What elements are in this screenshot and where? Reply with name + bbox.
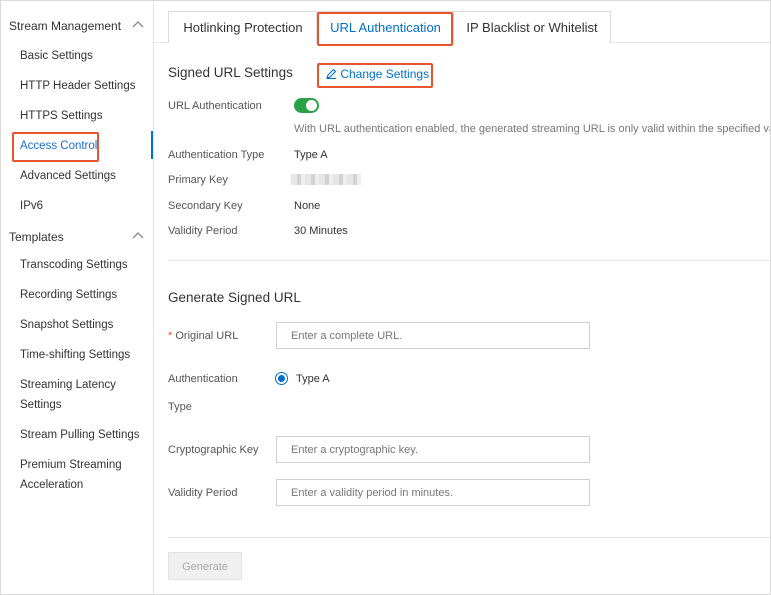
active-indicator (151, 131, 153, 159)
original-url-input[interactable] (276, 322, 590, 349)
sidebar-item-stream-pulling-settings[interactable]: Stream Pulling Settings (20, 425, 140, 445)
generate-button[interactable]: Generate (168, 552, 242, 580)
original-url-label-text: Original URL (175, 330, 239, 342)
streaming-latency-line2: Settings (20, 399, 62, 411)
tab-ip-blacklist-whitelist[interactable]: IP Blacklist or Whitelist (453, 11, 611, 43)
chevron-up-icon[interactable] (132, 19, 144, 31)
sidebar-item-ipv6[interactable]: IPv6 (20, 196, 43, 216)
secondary-key-label: Secondary Key (168, 200, 243, 212)
required-mark: * (168, 330, 173, 342)
crypto-key-label: Cryptographic Key (168, 444, 259, 456)
type-a-radio-label[interactable]: Type A (296, 373, 330, 385)
sidebar-item-https-settings[interactable]: HTTPS Settings (20, 106, 102, 126)
sidebar-item-transcoding-settings[interactable]: Transcoding Settings (20, 255, 128, 275)
auth-type-gen-label-line2: Type (168, 401, 192, 413)
sidebar-item-advanced-settings[interactable]: Advanced Settings (20, 166, 116, 186)
url-auth-toggle[interactable] (294, 98, 319, 113)
url-auth-label: URL Authentication (168, 100, 262, 112)
signed-url-settings-title: Signed URL Settings (168, 65, 293, 80)
sidebar-item-recording-settings[interactable]: Recording Settings (20, 285, 117, 305)
generate-signed-url-title: Generate Signed URL (168, 290, 301, 305)
validity-period-input[interactable] (276, 479, 590, 506)
primary-key-masked-value (291, 174, 361, 185)
footer-divider (168, 537, 770, 538)
tab-hotlinking-protection[interactable]: Hotlinking Protection (168, 11, 318, 43)
auth-type-gen-label-line1: Authentication (168, 373, 238, 385)
app-window: Stream Management Basic Settings HTTP He… (0, 0, 771, 595)
sidebar: Stream Management Basic Settings HTTP He… (1, 1, 154, 594)
sidebar-item-premium-streaming-acceleration[interactable]: Premium Streaming Acceleration (20, 455, 122, 495)
section-templates[interactable]: Templates (9, 230, 64, 244)
sidebar-item-http-header-settings[interactable]: HTTP Header Settings (20, 76, 135, 96)
premium-streaming-line1: Premium Streaming (20, 459, 122, 471)
auth-type-label: Authentication Type (168, 149, 265, 161)
gen-validity-label: Validity Period (168, 487, 238, 499)
original-url-label: * Original URL (168, 330, 238, 342)
validity-period-value: 30 Minutes (294, 225, 348, 237)
sidebar-item-streaming-latency-settings[interactable]: Streaming Latency Settings (20, 375, 116, 415)
main-content: Hotlinking Protection URL Authentication… (154, 1, 771, 594)
sidebar-item-basic-settings[interactable]: Basic Settings (20, 46, 93, 66)
chevron-up-icon[interactable] (132, 230, 144, 242)
streaming-latency-line1: Streaming Latency (20, 379, 116, 391)
section-stream-management[interactable]: Stream Management (9, 19, 121, 33)
sidebar-item-time-shifting-settings[interactable]: Time-shifting Settings (20, 345, 130, 365)
auth-type-value: Type A (294, 149, 328, 161)
highlight-access-control (12, 132, 99, 162)
secondary-key-value: None (294, 200, 321, 212)
primary-key-label: Primary Key (168, 174, 228, 186)
validity-period-label: Validity Period (168, 225, 238, 237)
premium-streaming-line2: Acceleration (20, 479, 84, 491)
url-auth-description: With URL authentication enabled, the gen… (294, 123, 771, 135)
crypto-key-input[interactable] (276, 436, 590, 463)
highlight-change-settings (317, 63, 433, 88)
sidebar-item-snapshot-settings[interactable]: Snapshot Settings (20, 315, 113, 335)
type-a-radio[interactable] (275, 372, 288, 385)
section-divider (168, 260, 770, 261)
highlight-url-authentication-tab (317, 12, 453, 46)
